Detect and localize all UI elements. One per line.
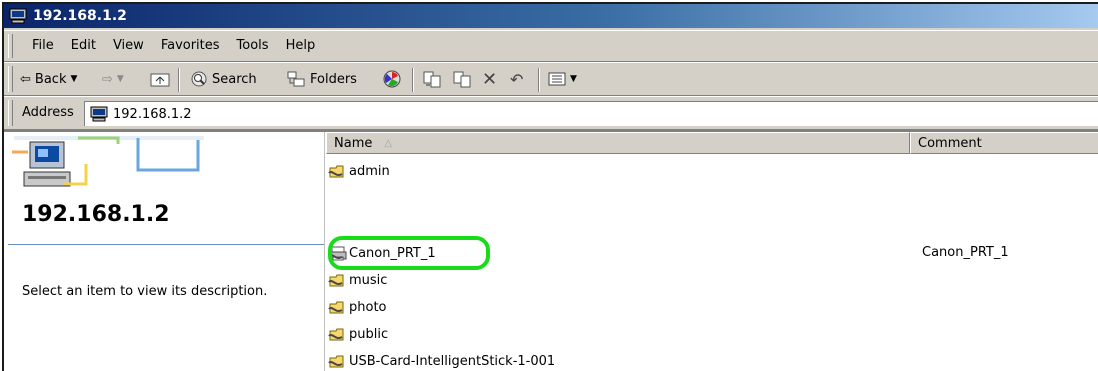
item-name: music	[349, 273, 388, 288]
undo-icon: ↶	[510, 69, 524, 89]
delete-icon: ✕	[482, 68, 498, 90]
standard-toolbar: ⇦ Back ▼ ⇨ ▼ Search Folders ✕ ↶ ▼	[4, 62, 1098, 96]
menubar-grip[interactable]	[8, 34, 13, 58]
back-arrow-icon: ⇦	[20, 71, 31, 87]
info-pane: 192.168.1.2 Select an item to view its d…	[4, 132, 325, 371]
history-icon	[383, 70, 401, 88]
pane-divider	[8, 244, 324, 245]
move-to-button[interactable]	[422, 68, 442, 90]
forward-dropdown-icon: ▼	[116, 74, 124, 84]
address-value: 192.168.1.2	[113, 106, 192, 122]
explorer-window: 192.168.1.2 File Edit View Favorites Too…	[2, 2, 1098, 371]
views-button[interactable]: ▼	[548, 68, 577, 90]
undo-button[interactable]: ↶	[510, 68, 523, 90]
addressbar-grip[interactable]	[8, 100, 13, 126]
copy-to-icon	[453, 71, 471, 88]
folders-label: Folders	[310, 71, 357, 87]
move-to-icon	[423, 71, 441, 88]
shared-folder-icon	[328, 355, 344, 368]
search-icon	[191, 71, 207, 87]
folders-icon	[287, 71, 305, 87]
computer-icon	[90, 106, 108, 122]
toolbar-separator	[538, 68, 540, 92]
column-header-comment-label: Comment	[918, 135, 982, 151]
folders-button[interactable]: Folders	[286, 68, 357, 90]
highlight-annotation	[328, 236, 490, 270]
item-name: photo	[349, 300, 387, 315]
list-item-admin[interactable]: admin	[328, 161, 390, 182]
content-area: 192.168.1.2 Select an item to view its d…	[4, 130, 1098, 371]
title-bar[interactable]: 192.168.1.2	[4, 4, 1098, 28]
views-dropdown-icon: ▼	[570, 74, 577, 84]
menu-help[interactable]: Help	[280, 38, 327, 53]
back-label: Back	[34, 71, 67, 87]
window-title: 192.168.1.2	[33, 8, 127, 24]
item-name: admin	[349, 164, 390, 179]
pane-description: Select an item to view its description.	[22, 284, 268, 299]
sort-ascending-icon: △	[384, 137, 393, 149]
column-header-name-label: Name	[334, 135, 373, 151]
back-button[interactable]: ⇦ Back ▼	[20, 68, 77, 90]
forward-button[interactable]: ⇨ ▼	[102, 68, 124, 90]
address-label: Address	[22, 105, 74, 120]
toolbar-separator	[412, 68, 414, 92]
history-button[interactable]	[382, 68, 402, 90]
shared-folder-icon	[328, 274, 344, 287]
shared-folder-icon	[328, 165, 344, 178]
address-input[interactable]: 192.168.1.2	[84, 101, 1098, 126]
forward-arrow-icon: ⇨	[102, 71, 113, 87]
menu-favorites[interactable]: Favorites	[155, 38, 231, 53]
address-bar: Address 192.168.1.2	[4, 96, 1098, 130]
column-header-name[interactable]: Name △	[326, 132, 910, 154]
search-button[interactable]: Search	[190, 68, 257, 90]
copy-to-button[interactable]	[452, 68, 472, 90]
toolbar-separator	[178, 68, 180, 92]
list-item-usb-card[interactable]: USB-Card-IntelligentStick-1-001	[328, 351, 555, 371]
column-header-comment[interactable]: Comment	[910, 132, 1098, 154]
list-item-music[interactable]: music	[328, 270, 387, 291]
delete-button[interactable]: ✕	[482, 68, 497, 90]
menu-bar: File Edit View Favorites Tools Help	[4, 30, 1098, 62]
network-computer-icon	[12, 136, 204, 187]
item-comment: Canon_PRT_1	[922, 245, 1009, 260]
menu-file[interactable]: File	[26, 38, 65, 53]
menu-edit[interactable]: Edit	[65, 38, 107, 53]
shared-folder-icon	[328, 301, 344, 314]
list-item-public[interactable]: public	[328, 324, 388, 345]
shared-folder-icon	[328, 328, 344, 341]
list-item-photo[interactable]: photo	[328, 297, 387, 318]
up-folder-button[interactable]	[150, 68, 170, 90]
item-name: public	[349, 327, 389, 342]
views-icon	[548, 72, 566, 86]
menu-tools[interactable]: Tools	[231, 38, 280, 53]
up-folder-icon	[150, 73, 170, 87]
back-dropdown-icon: ▼	[70, 74, 78, 84]
search-label: Search	[212, 71, 257, 87]
item-name: USB-Card-IntelligentStick-1-001	[349, 354, 556, 369]
toolbar-grip[interactable]	[8, 66, 13, 92]
computer-icon	[9, 8, 27, 24]
pane-title: 192.168.1.2	[22, 202, 170, 227]
menu-view[interactable]: View	[107, 38, 155, 53]
